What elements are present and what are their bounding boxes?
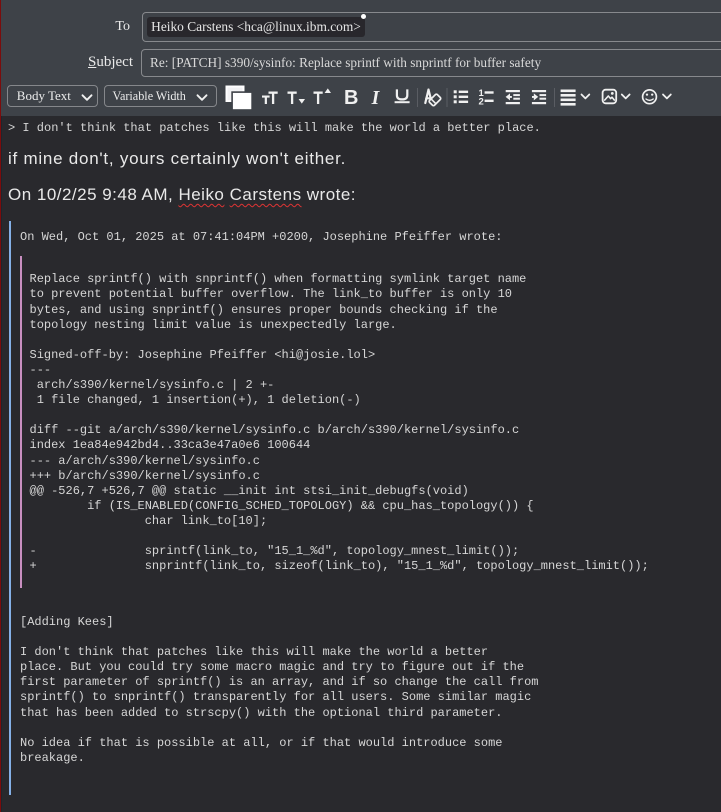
svg-text:B: B	[344, 87, 358, 109]
svg-text:2: 2	[479, 96, 484, 107]
svg-text:I: I	[371, 88, 381, 109]
